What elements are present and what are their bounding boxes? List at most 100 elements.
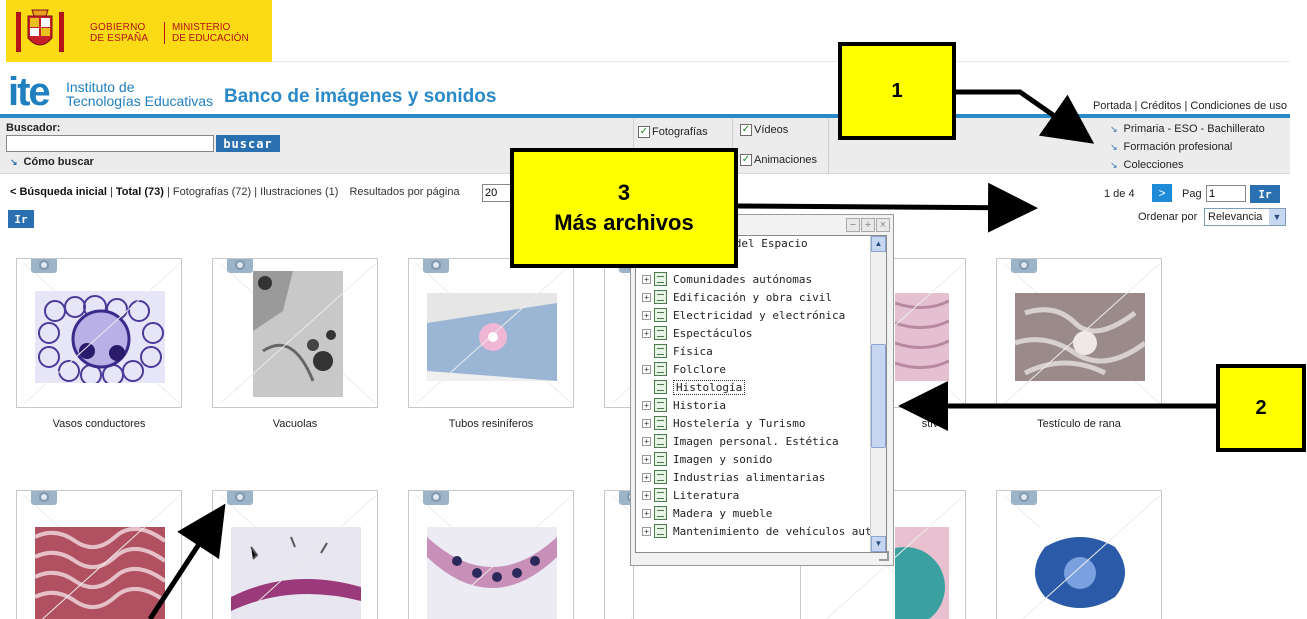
gov-label: GOBIERNO DE ESPAÑA [90,22,148,44]
scrollbar-thumb[interactable] [871,344,886,448]
callout-3-label: Más archivos [554,210,694,235]
tree-item[interactable]: + Imagen personal. Estética [642,432,839,450]
results-counts[interactable]: | Fotografías (72) | Ilustraciones (1) [167,186,338,198]
expand-icon[interactable]: + [642,526,651,536]
coat-of-arms-icon [16,9,64,52]
thumbnail-card[interactable] [16,490,182,619]
tree-item[interactable]: + Historia [642,396,726,414]
search-button[interactable]: buscar [216,135,280,152]
ministry-line-2: DE EDUCACIÓN [172,33,249,44]
filter-videos[interactable]: ✓ Vídeos [740,124,788,136]
camera-icon [31,491,57,505]
tree-item[interactable]: + Mantenimiento de vehículos autor [642,522,885,540]
expand-icon[interactable]: + [642,490,651,500]
expand-icon[interactable]: + [642,310,651,320]
tree-item[interactable]: + Industrias alimentarias [642,468,825,486]
how-to-search-link[interactable]: ↘ Cómo buscar [10,156,94,168]
chevron-down-icon[interactable]: ▼ [1269,209,1285,225]
tree-item-label: Histología [673,379,746,395]
thumbnail-card[interactable] [408,490,574,619]
thumbnail-card[interactable] [212,490,378,619]
tree-item[interactable]: Física [642,342,713,360]
checkbox-checked-icon[interactable]: ✓ [638,126,650,138]
thumbnail-caption[interactable]: Vacuolas [212,418,378,430]
expand-icon[interactable]: + [642,292,651,302]
thumbnail-card[interactable] [16,258,182,408]
nav-link-label: Colecciones [1123,159,1184,171]
thumbnail-image[interactable] [35,291,165,383]
thumbnail-image[interactable] [1015,293,1145,381]
folder-icon [654,326,667,340]
tree-item-selected[interactable]: Histología [642,378,746,396]
scroll-down-icon[interactable]: ▼ [871,536,886,552]
search-input[interactable] [6,135,214,152]
expand-icon[interactable]: + [642,454,651,464]
nav-link-fp[interactable]: ↘ Formación profesional [1110,138,1265,156]
scroll-up-icon[interactable]: ▲ [871,236,886,252]
tree-item[interactable]: + Literatura [642,486,739,504]
gov-divider [164,22,165,44]
resize-grip-icon[interactable] [879,551,889,561]
page-go-button[interactable]: Ir [1250,185,1280,203]
checkbox-checked-icon[interactable]: ✓ [740,124,752,136]
results-total[interactable]: Total (73) [116,186,164,198]
next-page-button[interactable]: > [1152,184,1172,202]
thumbnail-image[interactable] [231,527,361,619]
filter-animaciones[interactable]: ✓ Animaciones [740,154,817,166]
thumbnail-image[interactable] [895,293,949,381]
camera-icon [227,491,253,505]
tree-item-label: Imagen y sonido [673,452,773,466]
callout-2-label: 2 [1255,396,1267,419]
expand-icon[interactable]: + [642,472,651,482]
thumbnail-card[interactable] [996,258,1162,408]
expand-icon[interactable]: + [642,418,651,428]
folder-icon [654,398,667,412]
tree-item[interactable]: + Electricidad y electrónica [642,306,845,324]
close-icon[interactable]: × [876,218,890,232]
expand-icon[interactable]: + [642,436,651,446]
tree-item[interactable]: + Imagen y sonido [642,450,772,468]
tree-item[interactable]: + Folclore [642,360,726,378]
thumbnail-caption[interactable]: Vasos conductores [16,418,182,430]
camera-icon [1011,259,1037,273]
back-to-search-link[interactable]: < Búsqueda inicial [10,186,107,198]
thumbnail-image[interactable] [35,527,165,619]
top-links[interactable]: Portada | Créditos | Condiciones de uso [1093,100,1287,112]
thumbnail-image[interactable] [427,293,557,381]
checkbox-checked-icon[interactable]: ✓ [740,154,752,166]
thumbnail-card[interactable] [212,258,378,408]
thumbnail-image[interactable] [253,271,343,397]
callout-1: 1 [838,42,956,140]
thumbnail-image[interactable] [427,527,557,619]
expand-icon[interactable]: + [642,274,651,284]
per-page-go-button[interactable]: Ir [8,210,34,228]
thumbnail-card[interactable] [408,258,574,408]
nav-link-colecciones[interactable]: ↘ Colecciones [1110,156,1265,174]
tree-item[interactable]: + Hostelería y Turismo [642,414,805,432]
tree-item[interactable]: + Madera y mueble [642,504,772,522]
tree-item[interactable]: + Edificación y obra civil [642,288,832,306]
filter-label: Fotografías [652,126,708,138]
page-input[interactable] [1206,185,1246,202]
expand-icon[interactable]: + [642,328,651,338]
ite-logo[interactable]: ite [8,72,51,112]
camera-icon [423,491,449,505]
tree-item-label: Literatura [673,488,740,502]
thumbnail-image[interactable] [1015,527,1145,619]
minimize-icon[interactable]: − [846,218,860,232]
expand-icon[interactable]: + [642,400,651,410]
expand-icon[interactable]: + [642,364,651,374]
government-logo[interactable]: GOBIERNO DE ESPAÑA MINISTERIO DE EDUCACI… [6,0,272,62]
thumbnail-caption[interactable]: Tubos resiníferos [408,418,574,430]
expand-icon[interactable]: + [642,508,651,518]
thumbnail-image[interactable] [895,527,949,619]
tree-item[interactable]: + Comunidades autónomas [642,270,812,288]
tree-item[interactable]: + Espectáculos [642,324,752,342]
maximize-icon[interactable]: + [861,218,875,232]
thumbnail-card[interactable] [996,490,1162,619]
order-select[interactable]: Relevancia ▼ [1204,208,1286,226]
vertical-scrollbar[interactable]: ▲ ▼ [870,236,886,552]
nav-link-primaria[interactable]: ↘ Primaria - ESO - Bachillerato [1110,120,1265,138]
thumbnail-caption[interactable]: Testículo de rana [996,418,1162,430]
filter-fotografias[interactable]: ✓ Fotografías [638,126,708,138]
